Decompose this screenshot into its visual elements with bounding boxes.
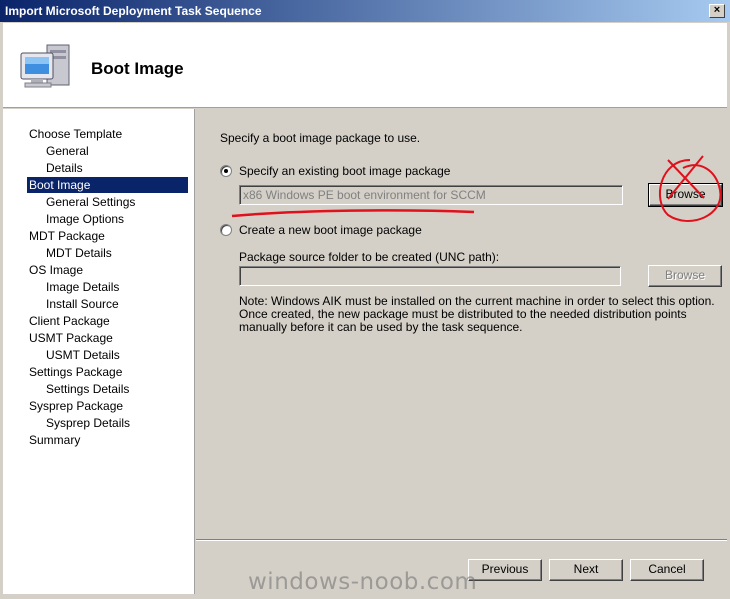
watermark-text: windows-noob.com (248, 569, 478, 595)
new-package-label: Create a new boot image package (239, 223, 422, 237)
source-folder-label: Package source folder to be created (UNC… (239, 250, 500, 264)
existing-package-radio[interactable] (220, 165, 232, 177)
next-button[interactable]: Next (549, 559, 623, 581)
page-title: Boot Image (91, 59, 184, 78)
source-folder-field[interactable] (239, 266, 621, 286)
new-package-radio[interactable] (220, 224, 232, 236)
nav-item-image-options[interactable]: Image Options (44, 211, 124, 227)
title-bar: Import Microsoft Deployment Task Sequenc… (0, 0, 730, 22)
nav-item-usmt-details[interactable]: USMT Details (44, 347, 120, 363)
cancel-button[interactable]: Cancel (630, 559, 704, 581)
wizard-header: Boot Image (3, 23, 727, 108)
nav-item-general[interactable]: General (44, 143, 89, 159)
nav-item-sysprep-details[interactable]: Sysprep Details (44, 415, 130, 431)
window-title: Import Microsoft Deployment Task Sequenc… (5, 4, 262, 18)
nav-item-details[interactable]: Details (44, 160, 83, 176)
prompt-text: Specify a boot image package to use. (220, 131, 421, 145)
existing-package-field[interactable]: x86 Windows PE boot environment for SCCM (239, 185, 623, 205)
nav-item-os-image[interactable]: OS Image (27, 262, 83, 278)
previous-button[interactable]: Previous (468, 559, 542, 581)
note-text: Note: Windows AIK must be installed on t… (239, 294, 715, 334)
close-button[interactable]: × (709, 4, 725, 18)
nav-item-summary[interactable]: Summary (27, 432, 80, 448)
computer-icon (20, 44, 70, 88)
wizard-content: Specify a boot image package to use. Spe… (196, 109, 727, 539)
new-package-option[interactable]: Create a new boot image package (220, 222, 422, 238)
nav-item-settings-details[interactable]: Settings Details (44, 381, 129, 397)
nav-item-mdt-package[interactable]: MDT Package (27, 228, 105, 244)
nav-item-choose-template[interactable]: Choose Template (27, 126, 122, 142)
browse-new-button[interactable]: Browse (648, 265, 722, 287)
nav-item-usmt-package[interactable]: USMT Package (27, 330, 113, 346)
wizard-nav: Choose Template General Details Boot Ima… (3, 109, 195, 594)
nav-item-general-settings[interactable]: General Settings (44, 194, 135, 210)
nav-item-boot-image[interactable]: Boot Image (27, 177, 188, 193)
existing-package-label: Specify an existing boot image package (239, 164, 451, 178)
nav-item-image-details[interactable]: Image Details (44, 279, 119, 295)
browse-existing-button[interactable]: Browse (648, 183, 723, 207)
footer-divider (196, 539, 727, 541)
existing-package-option[interactable]: Specify an existing boot image package (220, 163, 450, 179)
nav-item-sysprep-package[interactable]: Sysprep Package (27, 398, 123, 414)
nav-item-install-source[interactable]: Install Source (44, 296, 119, 312)
nav-item-settings-package[interactable]: Settings Package (27, 364, 122, 380)
nav-item-mdt-details[interactable]: MDT Details (44, 245, 112, 261)
nav-item-client-package[interactable]: Client Package (27, 313, 110, 329)
